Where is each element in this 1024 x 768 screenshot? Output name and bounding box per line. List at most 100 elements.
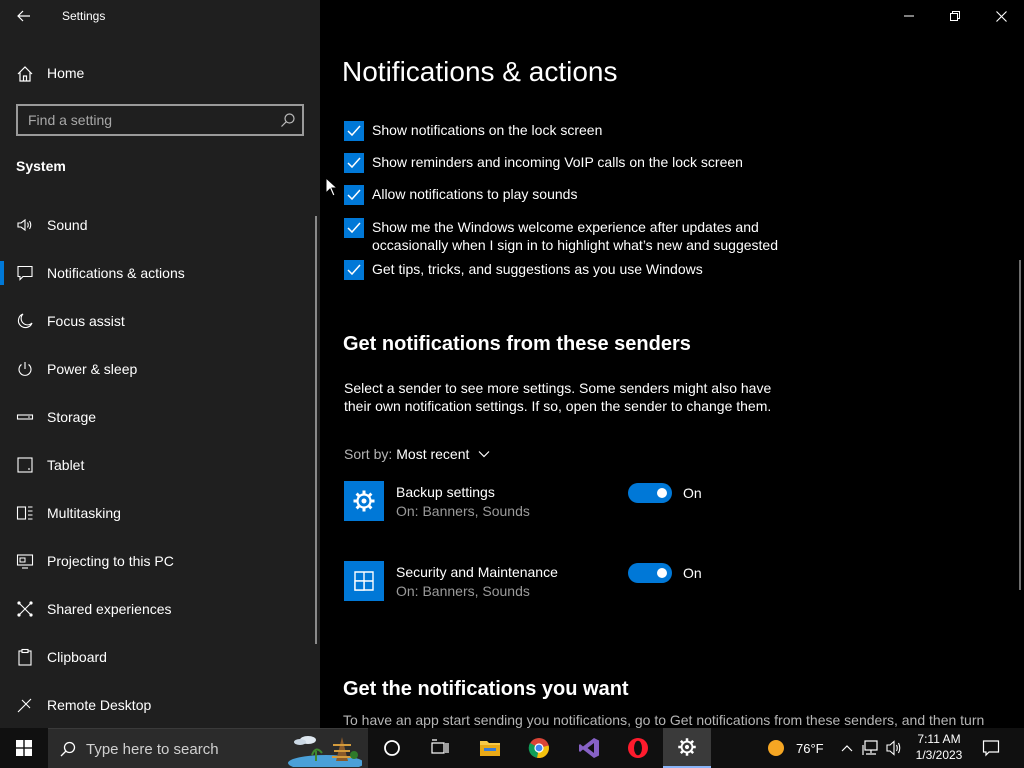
sidebar-item-notifications-actions[interactable]: Notifications & actions — [0, 249, 320, 297]
sidebar-item-projecting[interactable]: Projecting to this PC — [0, 537, 320, 585]
sidebar-item-label: Power & sleep — [47, 361, 138, 377]
security-maintenance-app-icon — [344, 561, 384, 601]
restore-button[interactable] — [932, 0, 978, 32]
taskbar: 76°F 7:11 AM 1/3/2023 — [0, 728, 1024, 768]
power-icon — [18, 362, 32, 376]
mouse-cursor-icon — [325, 177, 339, 197]
home-icon — [17, 66, 33, 82]
search-icon — [60, 741, 76, 757]
message-icon — [17, 265, 33, 281]
multitasking-icon — [16, 506, 33, 520]
start-button[interactable] — [0, 728, 48, 768]
restore-icon — [950, 11, 960, 21]
minimize-icon — [904, 15, 914, 17]
toggle-state-label: On — [683, 565, 702, 581]
checkmark-icon — [347, 125, 361, 137]
main-content: Notifications & actions Show notificatio… — [320, 0, 1024, 728]
chevron-up-icon — [841, 745, 853, 752]
sort-by-value: Most recent — [396, 446, 470, 462]
minimize-button[interactable] — [886, 0, 932, 32]
home-nav-item[interactable]: Home — [0, 56, 320, 90]
sort-by-dropdown[interactable]: Sort by: Most recent — [344, 446, 491, 462]
senders-heading: Get notifications from these senders — [343, 333, 691, 355]
notification-sounds-checkbox[interactable]: Allow notifications to play sounds — [344, 185, 792, 205]
opera-icon — [628, 738, 648, 758]
speaker-icon — [17, 218, 32, 232]
task-view-button[interactable] — [416, 728, 464, 768]
speaker-icon — [886, 740, 901, 756]
tablet-icon — [17, 457, 33, 473]
backup-settings-toggle[interactable] — [628, 483, 672, 503]
sidebar-item-label: Tablet — [47, 457, 85, 473]
moon-icon — [17, 313, 33, 329]
section-title-system: System — [16, 158, 66, 174]
sender-security-maintenance[interactable]: Security and Maintenance On: Banners, So… — [344, 561, 1024, 603]
sidebar-item-multitasking[interactable]: Multitasking — [0, 489, 320, 537]
sidebar-item-label: Storage — [47, 409, 97, 425]
checkbox[interactable] — [344, 121, 364, 141]
close-button[interactable] — [978, 0, 1024, 32]
senders-description: Select a sender to see more settings. So… — [344, 380, 772, 414]
welcome-experience-checkbox[interactable]: Show me the Windows welcome experience a… — [344, 218, 792, 254]
clock-date: 1/3/2023 — [915, 748, 963, 762]
gear-icon — [678, 738, 696, 756]
sidebar-item-label: Focus assist — [47, 313, 125, 329]
want-notifications-text: To have an app start sending you notific… — [343, 712, 985, 728]
cortana-button[interactable] — [368, 728, 416, 768]
visual-studio-button[interactable] — [565, 728, 613, 768]
sidebar-item-clipboard[interactable]: Clipboard — [0, 633, 320, 681]
taskbar-clock[interactable]: 7:11 AM 1/3/2023 — [908, 731, 970, 763]
checkbox[interactable] — [344, 218, 364, 238]
sidebar-item-focus-assist[interactable]: Focus assist — [0, 297, 320, 345]
checkbox-label: Show reminders and incoming VoIP calls o… — [372, 154, 743, 170]
sidebar-scrollbar[interactable] — [315, 216, 317, 644]
taskbar-search-input[interactable] — [86, 737, 286, 761]
clock-time: 7:11 AM — [917, 732, 961, 746]
gear-icon — [353, 490, 375, 512]
opera-button[interactable] — [614, 728, 662, 768]
chrome-button[interactable] — [515, 728, 563, 768]
find-setting-input[interactable] — [18, 106, 270, 134]
home-label: Home — [47, 65, 85, 81]
action-center-button[interactable] — [968, 728, 1014, 768]
sidebar-item-label: Sound — [47, 217, 88, 233]
back-button[interactable] — [8, 4, 40, 28]
clipboard-icon — [18, 648, 32, 666]
visual-studio-icon — [579, 738, 599, 758]
settings-taskbar-button[interactable] — [663, 728, 711, 768]
sidebar-item-sound[interactable]: Sound — [0, 201, 320, 249]
sender-backup-settings[interactable]: Backup settings On: Banners, Sounds On — [344, 481, 1024, 523]
shared-experiences-icon — [17, 601, 33, 617]
search-icon[interactable] — [280, 112, 296, 128]
taskbar-search — [48, 728, 368, 768]
notifications-icon — [982, 740, 1000, 757]
projecting-icon — [16, 554, 34, 569]
weather-widget[interactable]: 76°F — [766, 728, 824, 768]
network-button[interactable] — [859, 728, 883, 768]
checkbox[interactable] — [344, 185, 364, 205]
checkbox-label: Show me the Windows welcome experience a… — [372, 219, 778, 253]
sidebar-item-remote-desktop[interactable]: Remote Desktop — [0, 681, 320, 728]
volume-button[interactable] — [883, 728, 907, 768]
checkbox[interactable] — [344, 153, 364, 173]
sidebar-item-label: Clipboard — [47, 649, 107, 665]
nav-list: Sound Notifications & actions Focus assi… — [0, 201, 320, 728]
main-scrollbar[interactable] — [1019, 260, 1021, 590]
app-title: Settings — [62, 9, 106, 23]
storage-icon — [16, 414, 34, 420]
checkbox[interactable] — [344, 260, 364, 280]
security-maintenance-toggle[interactable] — [628, 563, 672, 583]
sidebar-item-power-sleep[interactable]: Power & sleep — [0, 345, 320, 393]
file-explorer-button[interactable] — [466, 728, 514, 768]
sidebar-item-shared-experiences[interactable]: Shared experiences — [0, 585, 320, 633]
sidebar-item-tablet[interactable]: Tablet — [0, 441, 320, 489]
show-hidden-icons-button[interactable] — [836, 728, 858, 768]
tips-suggestions-checkbox[interactable]: Get tips, tricks, and suggestions as you… — [344, 260, 792, 280]
sidebar: Settings Home System Sound Notifications… — [0, 0, 320, 728]
toggle-knob — [657, 568, 667, 578]
lock-screen-notifications-checkbox[interactable]: Show notifications on the lock screen — [344, 121, 792, 141]
voip-reminders-checkbox[interactable]: Show reminders and incoming VoIP calls o… — [344, 153, 832, 173]
sidebar-item-storage[interactable]: Storage — [0, 393, 320, 441]
checkbox-label: Allow notifications to play sounds — [372, 186, 578, 202]
checkbox-label: Get tips, tricks, and suggestions as you… — [372, 261, 703, 277]
